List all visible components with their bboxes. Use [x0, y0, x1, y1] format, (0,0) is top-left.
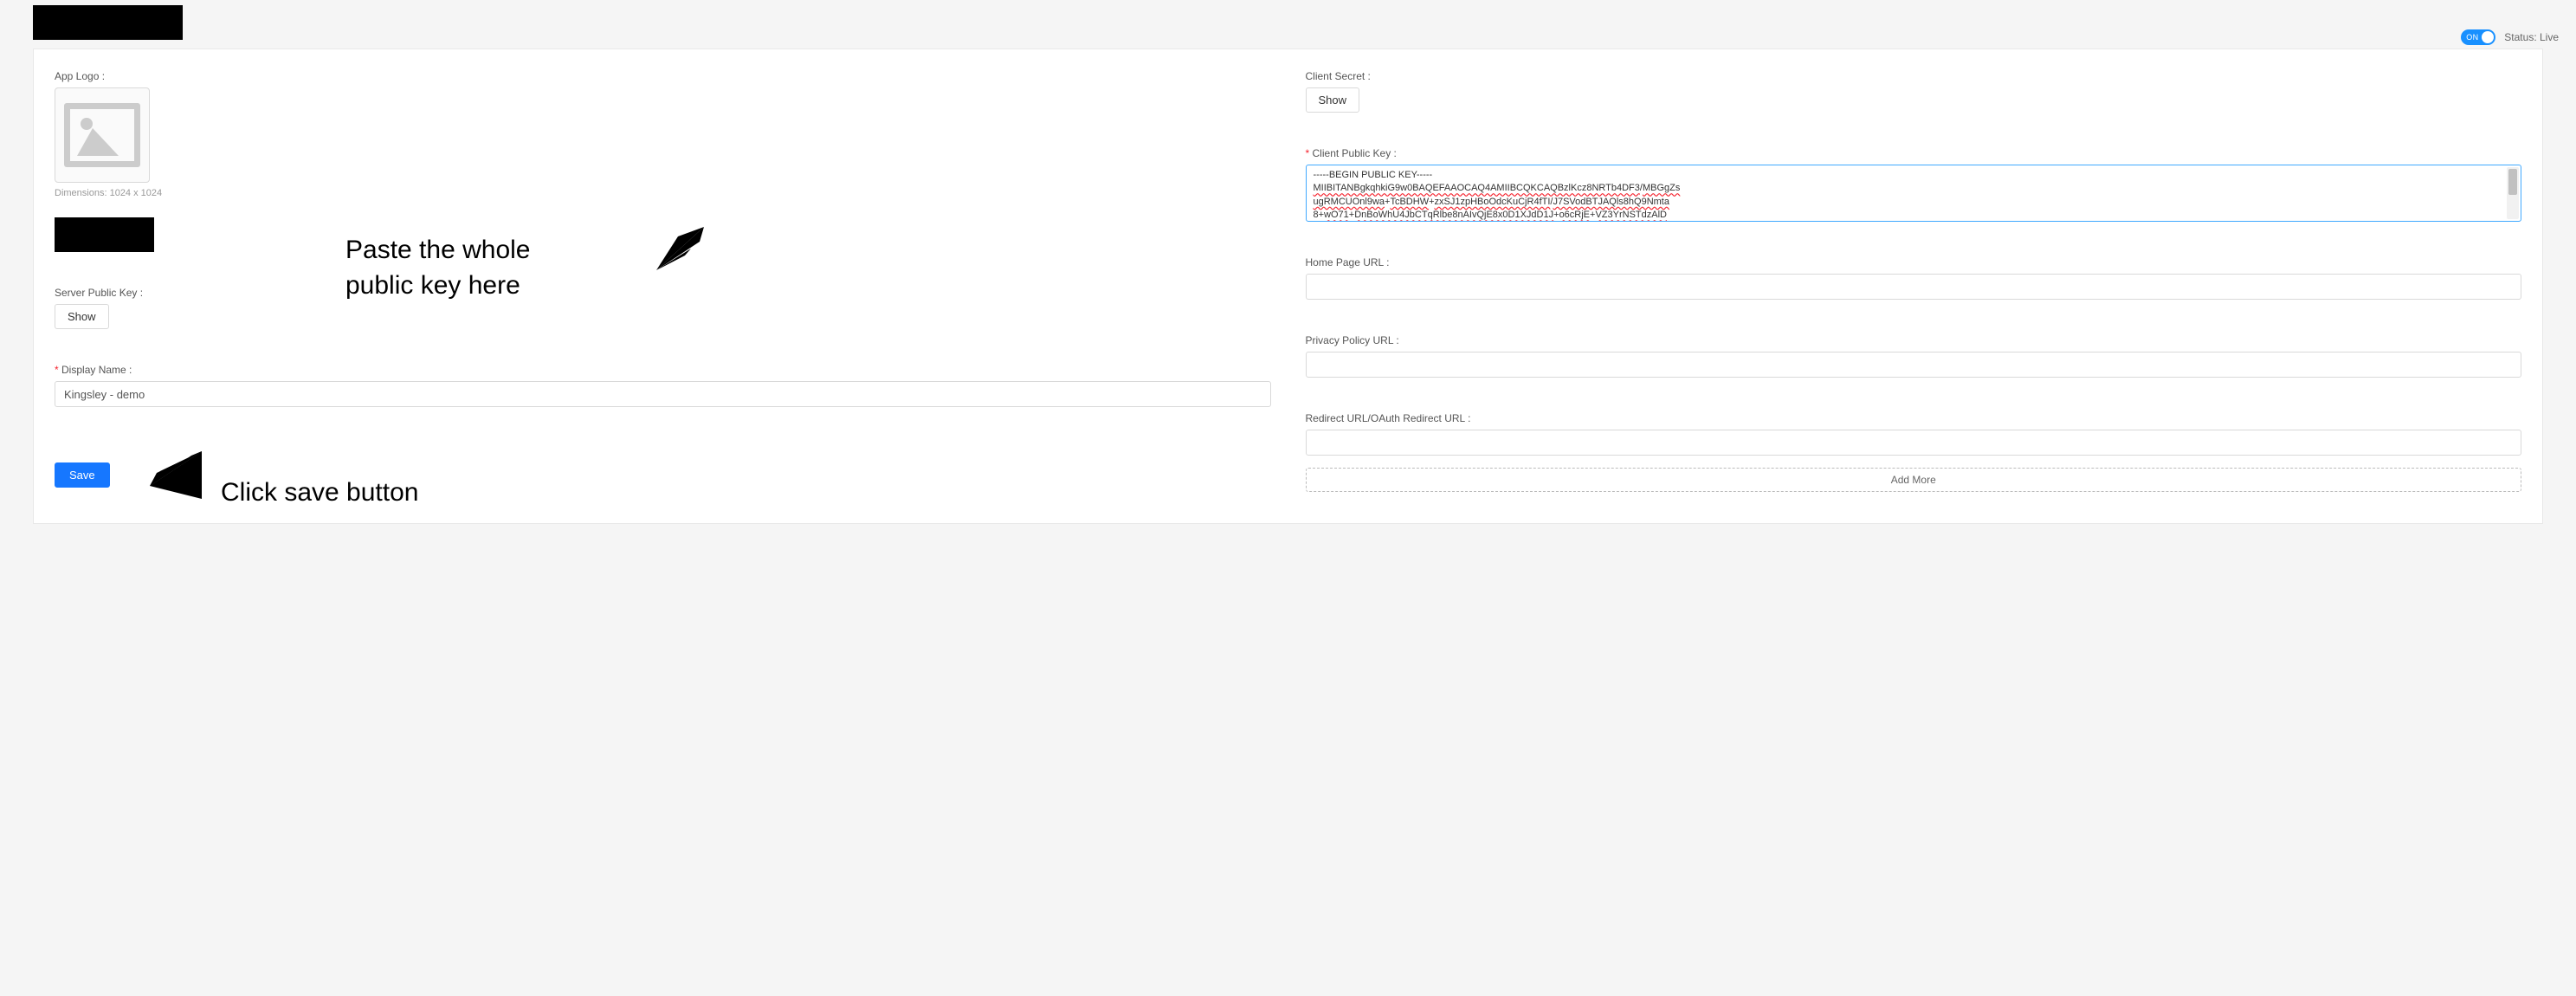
toggle-knob — [2482, 31, 2494, 43]
redacted-block — [55, 217, 154, 252]
client-secret-show-button[interactable]: Show — [1306, 87, 1360, 113]
public-key-content: -----BEGIN PUBLIC KEY----- MIIBITANBgkqh… — [1307, 165, 2521, 221]
left-column: App Logo : Dimensions: 1024 x 1024 Serve… — [55, 70, 1271, 492]
app-logo-uploader[interactable] — [55, 87, 150, 183]
main-panel: App Logo : Dimensions: 1024 x 1024 Serve… — [33, 49, 2543, 524]
display-name-label: Display Name : — [55, 364, 1271, 376]
status-toggle[interactable]: ON — [2461, 29, 2495, 45]
status-text: Status: Live — [2504, 31, 2559, 43]
privacy-policy-url-input[interactable] — [1306, 352, 2522, 378]
top-bar: ON Status: Live — [0, 0, 2576, 49]
display-name-input[interactable] — [55, 381, 1271, 407]
toggle-on-label: ON — [2466, 33, 2478, 42]
redirect-url-label: Redirect URL/OAuth Redirect URL : — [1306, 412, 2522, 424]
scrollbar-thumb[interactable] — [2508, 169, 2517, 195]
add-more-button[interactable]: Add More — [1306, 468, 2522, 492]
image-placeholder-icon — [64, 103, 140, 167]
status-area: ON Status: Live — [2461, 29, 2559, 45]
client-secret-label: Client Secret : — [1306, 70, 2522, 82]
client-public-key-textarea[interactable]: -----BEGIN PUBLIC KEY----- MIIBITANBgkqh… — [1306, 165, 2522, 222]
client-public-key-label: Client Public Key : — [1306, 147, 2522, 159]
app-logo-label: App Logo : — [55, 70, 1271, 82]
redacted-header-block — [33, 5, 183, 40]
save-button[interactable]: Save — [55, 462, 110, 488]
arrow-icon — [652, 223, 713, 275]
textarea-scrollbar[interactable] — [2507, 167, 2519, 219]
home-page-url-label: Home Page URL : — [1306, 256, 2522, 268]
redirect-url-input[interactable] — [1306, 430, 2522, 456]
home-page-url-input[interactable] — [1306, 274, 2522, 300]
privacy-policy-url-label: Privacy Policy URL : — [1306, 334, 2522, 346]
logo-dimensions-hint: Dimensions: 1024 x 1024 — [55, 188, 1271, 198]
right-column: Client Secret : Show Client Public Key :… — [1306, 70, 2522, 492]
server-key-show-button[interactable]: Show — [55, 304, 109, 329]
server-public-key-label: Server Public Key : — [55, 287, 1271, 299]
